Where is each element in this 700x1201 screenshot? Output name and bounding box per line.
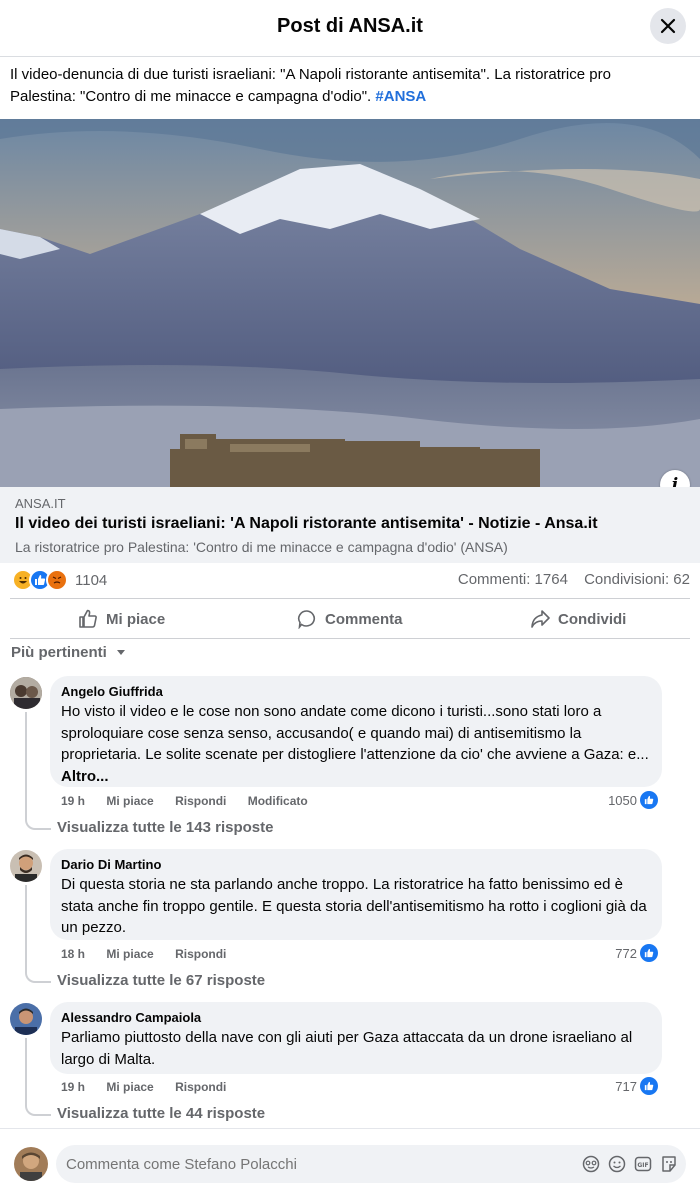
page-title: Post di ANSA.it bbox=[277, 15, 423, 37]
view-replies-link[interactable]: Visualizza tutte le 67 risposte bbox=[57, 972, 265, 989]
post-image[interactable] bbox=[0, 119, 700, 487]
comment-meta: 19 h Mi piace Rispondi Modificato bbox=[61, 794, 326, 808]
link-preview[interactable]: ANSA.IT Il video dei turisti israeliani:… bbox=[0, 487, 700, 563]
comment-like-button[interactable]: Mi piace bbox=[106, 1080, 153, 1094]
comment-bubble: Dario Di Martino Di questa storia ne sta… bbox=[50, 849, 662, 940]
post-hashtag[interactable]: #ANSA bbox=[375, 88, 426, 105]
avatar[interactable] bbox=[10, 850, 42, 882]
comment-meta: 19 h Mi piace Rispondi bbox=[61, 1080, 244, 1094]
comment-reply-button[interactable]: Rispondi bbox=[175, 947, 226, 961]
close-button[interactable] bbox=[650, 8, 686, 44]
comment-time[interactable]: 19 h bbox=[61, 794, 85, 808]
post-header: Post di ANSA.it bbox=[0, 0, 700, 57]
comment-label: Commenta bbox=[325, 610, 403, 628]
comment-like-button[interactable]: Mi piace bbox=[106, 947, 153, 961]
sticker-icon[interactable] bbox=[660, 1155, 678, 1173]
sort-label: Più pertinenti bbox=[11, 644, 107, 661]
composer-tools: GIF bbox=[582, 1155, 678, 1173]
see-more-link[interactable]: Altro... bbox=[61, 768, 109, 785]
comment-like-count: 717 bbox=[615, 1079, 637, 1094]
link-title: Il video dei turisti israeliani: 'A Napo… bbox=[15, 515, 598, 532]
comment-text: Ho visto il video e le cose non sono and… bbox=[61, 701, 650, 787]
vesuvius-photo bbox=[0, 119, 700, 487]
emoji-icon[interactable] bbox=[608, 1155, 626, 1173]
comment-composer: GIF bbox=[0, 1128, 700, 1201]
comment-text: Parliamo piuttosto della nave con gli ai… bbox=[61, 1029, 633, 1068]
like-reaction-icon bbox=[640, 1077, 658, 1095]
comment-author[interactable]: Dario Di Martino bbox=[61, 857, 650, 872]
like-reaction-icon bbox=[640, 791, 658, 809]
post-text: Il video-denuncia di due turisti israeli… bbox=[10, 64, 680, 108]
comment-like-count: 1050 bbox=[608, 793, 637, 808]
thumbs-up-icon bbox=[79, 609, 97, 628]
comment-like-button[interactable]: Mi piace bbox=[106, 794, 153, 808]
share-button[interactable]: Condividi bbox=[530, 606, 626, 632]
share-icon bbox=[531, 610, 550, 628]
thread-line bbox=[25, 885, 51, 983]
comment-reply-button[interactable]: Rispondi bbox=[175, 1080, 226, 1094]
avatar[interactable] bbox=[10, 1003, 42, 1035]
post-stats: Commenti: 1764 Condivisioni: 62 bbox=[446, 571, 690, 588]
avatar-sticker-icon[interactable] bbox=[582, 1155, 600, 1173]
view-replies-link[interactable]: Visualizza tutte le 44 risposte bbox=[57, 1105, 265, 1122]
link-description: La ristoratrice pro Palestina: 'Contro d… bbox=[15, 539, 508, 555]
link-domain: ANSA.IT bbox=[15, 496, 66, 511]
comment-bubble: Alessandro Campaiola Parliamo piuttosto … bbox=[50, 1002, 662, 1074]
divider bbox=[10, 638, 690, 639]
thread-line bbox=[25, 1038, 51, 1116]
edited-label: Modificato bbox=[247, 794, 308, 808]
close-icon bbox=[660, 18, 676, 34]
avatar[interactable] bbox=[14, 1147, 48, 1181]
share-count[interactable]: Condivisioni: 62 bbox=[584, 571, 690, 588]
comment-like-count: 772 bbox=[615, 946, 637, 961]
svg-text:GIF: GIF bbox=[637, 1162, 648, 1169]
like-reaction-icon bbox=[640, 944, 658, 962]
comment-button[interactable]: Commenta bbox=[297, 606, 403, 632]
comment-icon bbox=[297, 610, 316, 629]
comment-count[interactable]: Commenti: 1764 bbox=[458, 571, 568, 588]
share-label: Condividi bbox=[558, 610, 627, 628]
comment-time[interactable]: 18 h bbox=[61, 947, 85, 961]
like-button[interactable]: Mi piace bbox=[78, 606, 165, 632]
avatar[interactable] bbox=[10, 677, 42, 709]
comment-bubble: Angelo Giuffrida Ho visto il video e le … bbox=[50, 676, 662, 787]
view-replies-link[interactable]: Visualizza tutte le 143 risposte bbox=[57, 819, 273, 836]
post-body: Il video-denuncia di due turisti israeli… bbox=[10, 66, 611, 105]
comment-author[interactable]: Angelo Giuffrida bbox=[61, 684, 650, 699]
comment-text: Di questa storia ne sta parlando anche t… bbox=[61, 876, 647, 936]
gif-icon[interactable]: GIF bbox=[634, 1155, 652, 1173]
comment-sort-dropdown[interactable]: Più pertinenti bbox=[11, 644, 127, 661]
like-label: Mi piace bbox=[106, 610, 166, 628]
caret-down-icon bbox=[117, 650, 126, 655]
comment-body: Ho visto il video e le cose non sono and… bbox=[61, 703, 649, 763]
comment-time[interactable]: 19 h bbox=[61, 1080, 85, 1094]
thread-line bbox=[25, 712, 51, 830]
comment-reply-button[interactable]: Rispondi bbox=[175, 794, 226, 808]
reaction-count: 1104 bbox=[75, 571, 108, 589]
divider bbox=[10, 598, 690, 599]
comment-author[interactable]: Alessandro Campaiola bbox=[61, 1010, 650, 1025]
reactions-summary[interactable]: 1104 bbox=[12, 569, 108, 591]
angry-reaction-icon bbox=[46, 569, 68, 591]
comment-meta: 18 h Mi piace Rispondi bbox=[61, 947, 244, 961]
